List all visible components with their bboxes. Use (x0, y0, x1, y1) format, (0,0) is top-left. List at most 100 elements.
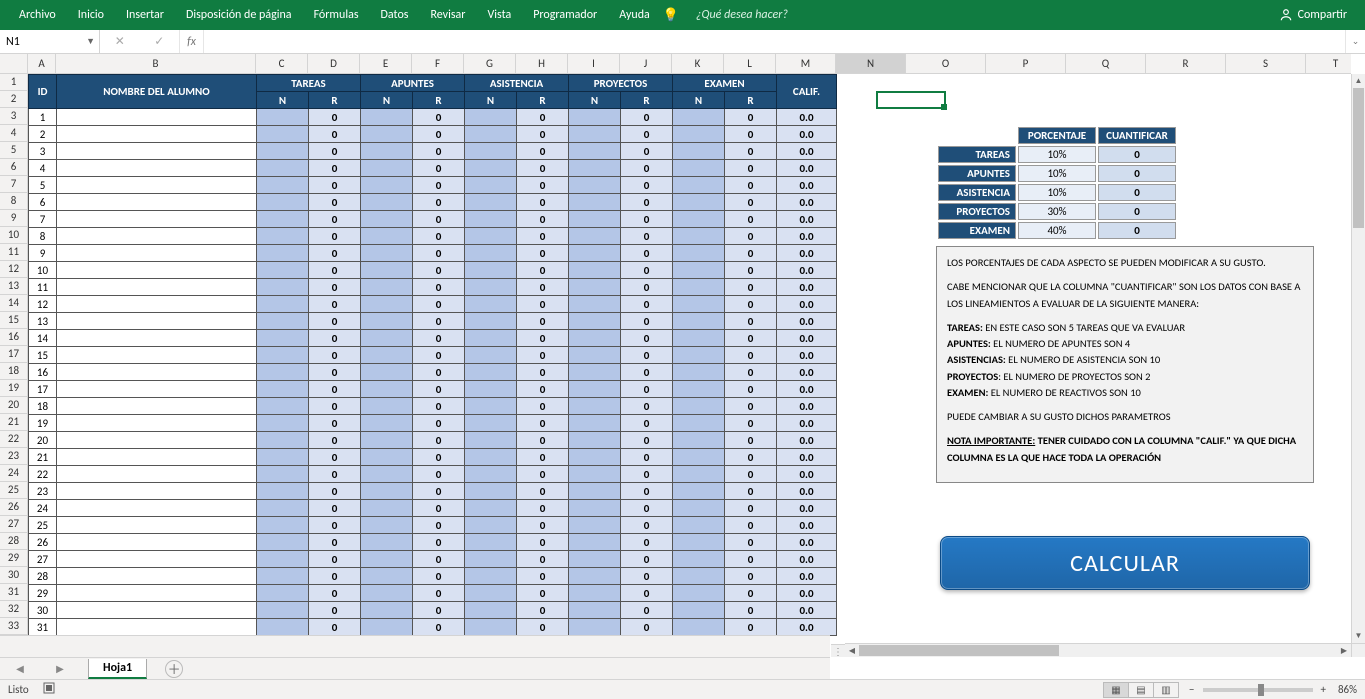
zoom-thumb[interactable] (1258, 684, 1264, 696)
student-row[interactable]: 12000000.0 (29, 296, 837, 313)
row-header-14[interactable]: 14 (0, 295, 27, 312)
student-row[interactable]: 7000000.0 (29, 211, 837, 228)
vscroll-thumb[interactable] (1353, 88, 1364, 228)
row-header-18[interactable]: 18 (0, 363, 27, 380)
col-header-S[interactable]: S (1226, 54, 1306, 73)
new-sheet-button[interactable]: ＋ (165, 660, 183, 678)
ribbon-tab-disposición-de-página[interactable]: Disposición de página (175, 0, 303, 30)
view-page-layout-icon[interactable]: ▤ (1128, 682, 1154, 698)
row-header-25[interactable]: 25 (0, 482, 27, 499)
row-header-12[interactable]: 12 (0, 261, 27, 278)
student-row[interactable]: 22000000.0 (29, 466, 837, 483)
col-header-B[interactable]: B (56, 54, 256, 73)
main-student-table[interactable]: IDNOMBRE DEL ALUMNOTAREASAPUNTESASISTENC… (28, 74, 837, 636)
scroll-left-icon[interactable]: ◀ (845, 644, 859, 657)
name-box[interactable]: N1 ▼ (0, 30, 100, 53)
student-row[interactable]: 5000000.0 (29, 177, 837, 194)
row-header-9[interactable]: 9 (0, 210, 27, 227)
macro-record-icon[interactable] (43, 682, 55, 697)
row-header-7[interactable]: 7 (0, 176, 27, 193)
student-row[interactable]: 2000000.0 (29, 126, 837, 143)
col-header-N[interactable]: N (836, 54, 906, 73)
row-header-15[interactable]: 15 (0, 312, 27, 329)
col-header-O[interactable]: O (906, 54, 986, 73)
row-header-23[interactable]: 23 (0, 448, 27, 465)
config-row-tareas[interactable]: TAREAS10%0 (938, 146, 1176, 163)
student-row[interactable]: 20000000.0 (29, 432, 837, 449)
cells-area[interactable]: IDNOMBRE DEL ALUMNOTAREASAPUNTESASISTENC… (28, 74, 1351, 643)
ribbon-tab-programador[interactable]: Programador (522, 0, 608, 30)
student-row[interactable]: 18000000.0 (29, 398, 837, 415)
vertical-scrollbar[interactable]: ▲ ▼ (1351, 74, 1365, 643)
row-header-16[interactable]: 16 (0, 329, 27, 346)
col-header-R[interactable]: R (1146, 54, 1226, 73)
row-header-21[interactable]: 21 (0, 414, 27, 431)
accept-formula-icon[interactable]: ✓ (154, 34, 164, 49)
config-row-apuntes[interactable]: APUNTES10%0 (938, 165, 1176, 182)
row-header-33[interactable]: 33 (0, 618, 27, 635)
row-header-8[interactable]: 8 (0, 193, 27, 210)
ribbon-tab-ayuda[interactable]: Ayuda (608, 0, 661, 30)
row-header-32[interactable]: 32 (0, 601, 27, 618)
row-header-27[interactable]: 27 (0, 516, 27, 533)
config-row-proyectos[interactable]: PROYECTOS30%0 (938, 203, 1176, 220)
student-row[interactable]: 29000000.0 (29, 585, 837, 602)
row-header-24[interactable]: 24 (0, 465, 27, 482)
student-row[interactable]: 23000000.0 (29, 483, 837, 500)
col-header-J[interactable]: J (620, 54, 672, 73)
row-header-6[interactable]: 6 (0, 159, 27, 176)
row-header-31[interactable]: 31 (0, 584, 27, 601)
view-mode-buttons[interactable]: ▦ ▤ ▥ (1104, 682, 1179, 698)
scroll-up-icon[interactable]: ▲ (1352, 74, 1365, 88)
row-header-26[interactable]: 26 (0, 499, 27, 516)
row-header-19[interactable]: 19 (0, 380, 27, 397)
col-header-C[interactable]: C (256, 54, 308, 73)
row-header-17[interactable]: 17 (0, 346, 27, 363)
row-header-2[interactable]: 2 (0, 91, 27, 108)
share-button[interactable]: Compartir (1269, 0, 1357, 30)
student-row[interactable]: 28000000.0 (29, 568, 837, 585)
student-row[interactable]: 31000000.0 (29, 619, 837, 636)
col-header-H[interactable]: H (516, 54, 568, 73)
student-row[interactable]: 16000000.0 (29, 364, 837, 381)
col-header-G[interactable]: G (464, 54, 516, 73)
scroll-down-icon[interactable]: ▼ (1352, 629, 1365, 643)
tab-scroll-handle-icon[interactable]: ⋮ (831, 644, 845, 657)
zoom-in-button[interactable]: + (1321, 683, 1326, 696)
col-header-E[interactable]: E (360, 54, 412, 73)
student-row[interactable]: 14000000.0 (29, 330, 837, 347)
col-header-L[interactable]: L (724, 54, 776, 73)
student-row[interactable]: 24000000.0 (29, 500, 837, 517)
ribbon-tab-insertar[interactable]: Insertar (115, 0, 175, 30)
ribbon-tab-revisar[interactable]: Revisar (419, 0, 476, 30)
fx-icon[interactable]: fx (180, 30, 204, 53)
student-row[interactable]: 8000000.0 (29, 228, 837, 245)
row-header-29[interactable]: 29 (0, 550, 27, 567)
ribbon-tab-inicio[interactable]: Inicio (67, 0, 115, 30)
percentage-config-table[interactable]: PORCENTAJE CUANTIFICAR TAREAS10%0APUNTES… (936, 125, 1178, 241)
student-row[interactable]: 19000000.0 (29, 415, 837, 432)
student-row[interactable]: 11000000.0 (29, 279, 837, 296)
select-all-triangle[interactable] (0, 54, 28, 74)
col-header-T[interactable]: T (1306, 54, 1365, 73)
student-row[interactable]: 15000000.0 (29, 347, 837, 364)
sheet-tab-hoja1[interactable]: Hoja1 (88, 659, 147, 679)
expand-formula-bar-icon[interactable]: ⌄ (1345, 30, 1365, 53)
row-headers[interactable]: 1234567891011121314151617181920212223242… (0, 74, 28, 643)
horizontal-scrollbar[interactable]: ⋮ ◀ ▶ (845, 643, 1351, 657)
student-row[interactable]: 17000000.0 (29, 381, 837, 398)
student-row[interactable]: 10000000.0 (29, 262, 837, 279)
student-row[interactable]: 27000000.0 (29, 551, 837, 568)
col-header-A[interactable]: A (28, 54, 56, 73)
tell-me-input[interactable]: ¿Qué desea hacer? (685, 0, 799, 30)
col-header-K[interactable]: K (672, 54, 724, 73)
ribbon-tab-archivo[interactable]: Archivo (8, 0, 67, 30)
ribbon-tab-fórmulas[interactable]: Fórmulas (303, 0, 370, 30)
sheet-nav-arrows[interactable]: ◀▶ (0, 662, 80, 675)
ribbon-tab-datos[interactable]: Datos (370, 0, 420, 30)
config-row-asistencia[interactable]: ASISTENCIA10%0 (938, 184, 1176, 201)
col-header-F[interactable]: F (412, 54, 464, 73)
row-header-20[interactable]: 20 (0, 397, 27, 414)
student-row[interactable]: 4000000.0 (29, 160, 837, 177)
row-header-5[interactable]: 5 (0, 142, 27, 159)
